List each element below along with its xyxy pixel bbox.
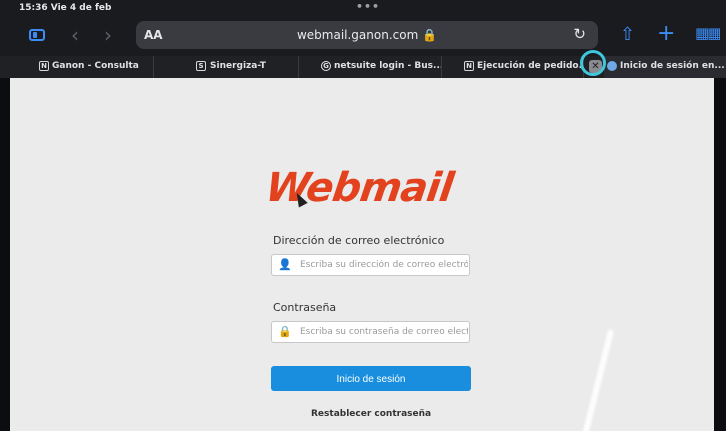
cpanel-favicon-icon	[607, 61, 617, 71]
sidebar-toggle-icon[interactable]	[29, 29, 45, 41]
tab-sinergiza[interactable]: S Sinergiza-T	[154, 56, 299, 78]
password-label: Contraseña	[273, 301, 337, 314]
tab-bar: N Ganon - Consulta S Sinergiza-T G netsu…	[0, 56, 726, 78]
tab-label: Sinergiza-T	[210, 61, 266, 71]
tab-inicio-sesion-active[interactable]: Inicio de sesión en...	[604, 56, 726, 78]
browser-chrome: 15:36 Vie 4 de feb ••• ‹ › AA webmail.ga…	[0, 0, 726, 78]
tab-netsuite-login[interactable]: G netsuite login - Bus...	[299, 56, 442, 78]
email-field-wrapper[interactable]: 👤	[271, 254, 470, 276]
toolbar: ‹ › AA webmail.ganon.com 🔒 ↻ ⇧ + ▦▦	[0, 20, 726, 54]
login-button[interactable]: Inicio de sesión	[271, 366, 471, 391]
tab-ejecucion-pedido[interactable]: N Ejecución de pedido...	[442, 56, 584, 78]
password-input[interactable]	[300, 322, 468, 342]
tab-label: Ejecución de pedido...	[477, 61, 584, 71]
status-bar: 15:36 Vie 4 de feb •••	[0, 0, 726, 18]
multitask-dots-icon[interactable]: •••	[356, 0, 380, 13]
user-icon: 👤	[278, 258, 292, 271]
reset-password-link[interactable]: Restablecer contraseña	[311, 409, 431, 419]
webmail-login-page: Webmail Dirección de correo electrónico …	[10, 78, 714, 431]
tab-overview-icon[interactable]: ▦▦	[695, 24, 721, 42]
status-time: 15:36 Vie 4 de feb	[19, 3, 112, 13]
email-input[interactable]	[300, 255, 468, 275]
email-label: Dirección de correo electrónico	[273, 234, 445, 247]
tab-label: Inicio de sesión en...	[620, 61, 725, 71]
tab-ganon-consulta[interactable]: N Ganon - Consulta	[0, 56, 154, 78]
new-tab-icon[interactable]: +	[657, 21, 675, 46]
tab-favicon: N	[39, 61, 49, 71]
address-bar[interactable]: AA webmail.ganon.com 🔒 ↻	[136, 21, 598, 49]
share-icon[interactable]: ⇧	[620, 24, 635, 45]
back-icon[interactable]: ‹	[71, 23, 79, 47]
tab-label: Ganon - Consulta	[52, 61, 139, 71]
highlight-circle	[580, 50, 606, 76]
reload-icon[interactable]: ↻	[573, 25, 586, 43]
tab-favicon: S	[196, 61, 206, 71]
forward-icon[interactable]: ›	[104, 23, 112, 47]
webmail-logo: Webmail	[262, 165, 456, 211]
lock-icon: 🔒	[278, 325, 292, 338]
screen-glare	[581, 328, 615, 431]
tab-favicon: N	[464, 61, 474, 71]
tab-label: netsuite login - Bus...	[334, 61, 442, 71]
password-field-wrapper[interactable]: 🔒	[271, 321, 470, 343]
google-icon: G	[321, 61, 331, 71]
url-text: webmail.ganon.com 🔒	[296, 28, 438, 42]
